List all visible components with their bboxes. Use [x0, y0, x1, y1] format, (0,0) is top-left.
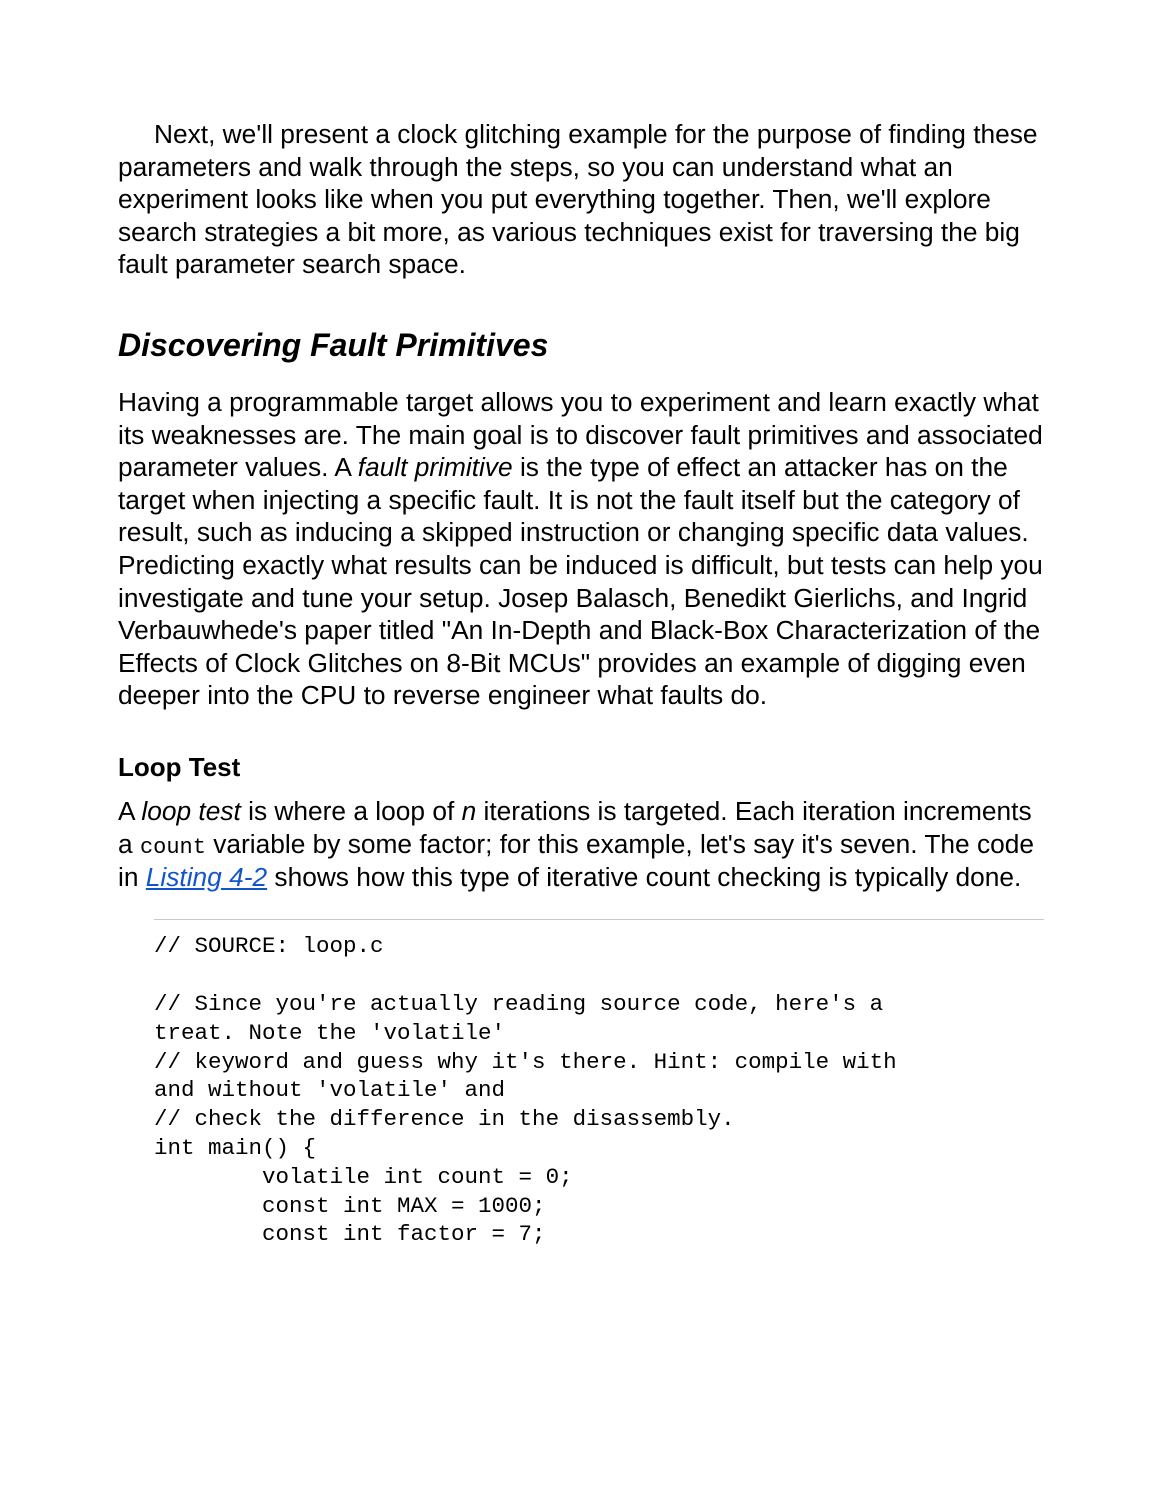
code-listing: // SOURCE: loop.c // Since you're actual… — [154, 932, 1044, 1249]
var-n: n — [462, 796, 477, 826]
section-heading-fault-primitives: Discovering Fault Primitives — [118, 327, 1044, 364]
text-run: A — [118, 796, 141, 826]
intro-paragraph: Next, we'll present a clock glitching ex… — [118, 118, 1044, 281]
term-loop-test: loop test — [141, 796, 240, 826]
code-rule — [154, 919, 1044, 920]
subsection-heading-loop-test: Loop Test — [118, 752, 1044, 783]
listing-link[interactable]: Listing 4-2 — [146, 862, 267, 892]
text-run: is the type of effect an attacker has on… — [118, 452, 1043, 710]
term-fault-primitive: fault primitive — [358, 452, 513, 482]
body-paragraph-2: A loop test is where a loop of n iterati… — [118, 795, 1044, 893]
body-paragraph-1: Having a programmable target allows you … — [118, 386, 1044, 712]
text-run: is where a loop of — [241, 796, 462, 826]
text-run: shows how this type of iterative count c… — [267, 862, 1021, 892]
inline-code-count: count — [140, 835, 206, 860]
